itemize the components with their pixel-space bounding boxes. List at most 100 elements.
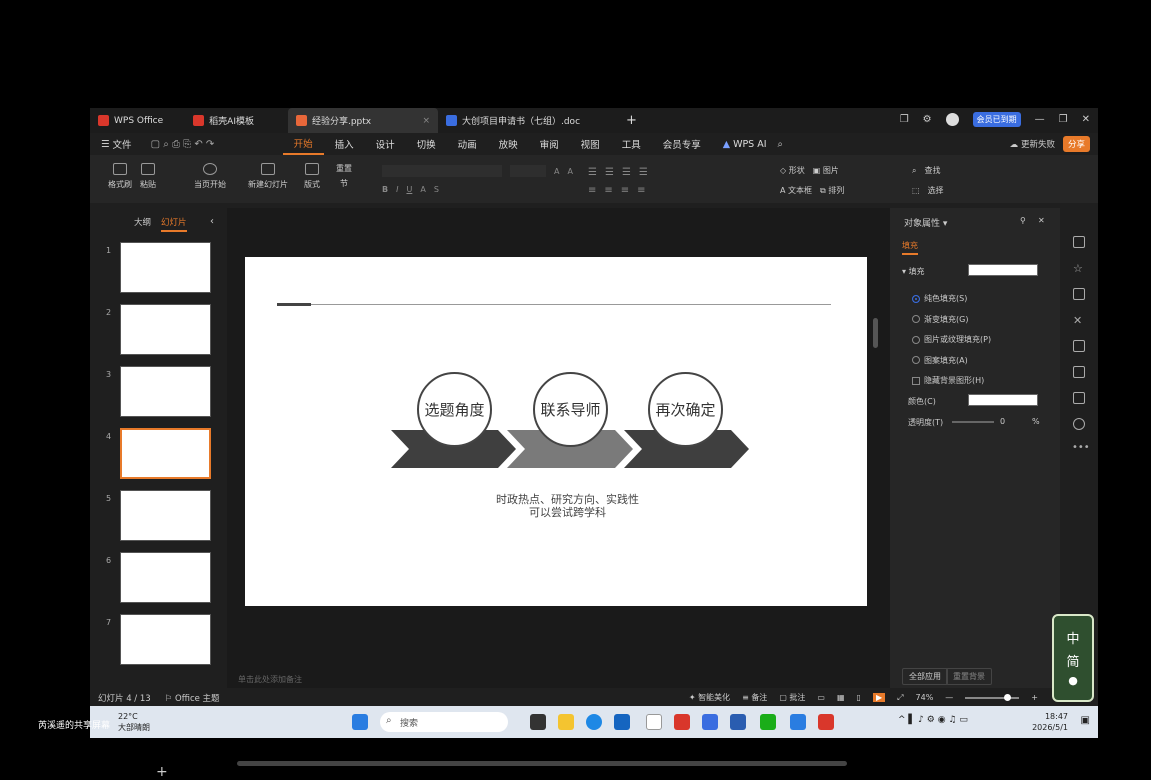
number-list-icon[interactable]: ☰: [605, 167, 614, 178]
wps-taskbar-icon[interactable]: [818, 714, 834, 730]
window-icon[interactable]: ❐: [900, 114, 909, 125]
shape-button[interactable]: ◇ 形状: [780, 165, 805, 176]
taskbar-search[interactable]: ⌕ 搜索: [380, 712, 508, 732]
tab-outline[interactable]: 大纲: [134, 216, 151, 232]
align-center-icon[interactable]: ≡: [604, 185, 612, 196]
copy-icon[interactable]: [1073, 288, 1085, 300]
arrange-button[interactable]: ⧉ 排列: [820, 185, 844, 196]
wechat-icon[interactable]: [760, 714, 776, 730]
teams-icon[interactable]: [730, 714, 746, 730]
image-icon[interactable]: [1073, 366, 1085, 378]
transparency-value[interactable]: 0: [1000, 417, 1005, 426]
fill-option[interactable]: 图片或纹理填充(P): [912, 334, 991, 345]
new-tab-icon[interactable]: +: [626, 113, 637, 128]
shape-icon[interactable]: [1073, 340, 1085, 352]
play-slideshow-icon[interactable]: ▶: [872, 693, 886, 702]
font-family-input[interactable]: [382, 165, 502, 177]
menu-review[interactable]: 审阅: [529, 133, 570, 155]
fill-option[interactable]: 纯色填充(S): [912, 293, 967, 304]
store-icon[interactable]: [614, 714, 630, 730]
transparency-slider[interactable]: [952, 421, 994, 423]
circle-confirm-again[interactable]: 再次确定: [648, 372, 723, 447]
menu-view[interactable]: 视图: [570, 133, 611, 155]
normal-view-icon[interactable]: ▭: [817, 693, 825, 702]
slide-thumbnail[interactable]: [120, 304, 211, 355]
circle-contact-advisor[interactable]: 联系导师: [533, 372, 608, 447]
tools-icon[interactable]: ✕: [1073, 314, 1085, 327]
edge-icon[interactable]: [586, 714, 602, 730]
notes-button[interactable]: ≡ 备注: [742, 692, 767, 703]
slide-thumbnail[interactable]: [120, 614, 211, 665]
align-controls[interactable]: ≡ ≡ ≡ ≡: [588, 185, 646, 196]
zoom-slider[interactable]: [965, 693, 1020, 701]
paste-button[interactable]: 粘贴: [140, 163, 156, 190]
app-blue-icon[interactable]: [702, 714, 718, 730]
bullet-list-icon[interactable]: ☰: [588, 167, 597, 178]
vip-badge[interactable]: 会员已到期: [972, 112, 1021, 127]
help-icon[interactable]: [1073, 418, 1085, 430]
slide-caption[interactable]: 时政热点、研究方向、实践性 可以尝试跨学科: [445, 493, 690, 519]
avatar[interactable]: [945, 113, 959, 126]
strikethrough-icon[interactable]: S: [434, 185, 439, 194]
font-grow-icon[interactable]: A: [554, 167, 559, 176]
textbox-button[interactable]: A 文本框: [780, 185, 812, 196]
slide-thumbnail[interactable]: [120, 428, 211, 479]
restore-icon[interactable]: ❐: [1059, 114, 1068, 125]
indent-icon[interactable]: ☰: [622, 167, 631, 178]
collapse-panel-icon[interactable]: ‹: [210, 216, 214, 227]
weather-widget[interactable]: 22°C 大部晴朗: [118, 711, 150, 733]
tab-docer-ai[interactable]: 稻壳AI模板: [185, 108, 262, 133]
add-slide-button[interactable]: +: [156, 764, 168, 780]
tab-pptx[interactable]: 经验分享.pptx ×: [287, 108, 438, 133]
file-explorer-icon[interactable]: [558, 714, 574, 730]
paragraph-controls[interactable]: ☰ ☰ ☰ ☰: [588, 167, 648, 178]
reset-button[interactable]: 重置 节: [336, 163, 352, 189]
slide-thumbnail[interactable]: [120, 490, 211, 541]
tab-doc[interactable]: 大创项目申请书（七组）.doc: [438, 108, 588, 133]
align-right-icon[interactable]: ≡: [621, 185, 629, 196]
notes-placeholder[interactable]: 单击此处添加备注: [238, 674, 302, 685]
update-status[interactable]: ☁ 更新失败: [1010, 138, 1055, 150]
close-panel-icon[interactable]: ✕: [1038, 216, 1045, 225]
current-slide[interactable]: 选题角度 联系导师 再次确定 时政热点、研究方向、实践性 可以尝试跨学科: [245, 257, 867, 606]
properties-icon[interactable]: [1073, 236, 1085, 248]
quick-access-icons[interactable]: ▢ ⌕ ⎙ ⎘ ↶ ↷: [143, 139, 283, 150]
settings-icon[interactable]: ⚙: [923, 114, 932, 125]
picture-button[interactable]: ▣ 图片: [813, 165, 839, 176]
app-photo-icon[interactable]: [790, 714, 806, 730]
menu-insert[interactable]: 插入: [324, 133, 365, 155]
font-color-icon[interactable]: A: [420, 185, 425, 194]
reset-background-button[interactable]: 重置背景: [946, 668, 992, 685]
play-from-current-button[interactable]: 当页开始: [194, 163, 226, 190]
bold-icon[interactable]: B: [382, 185, 388, 194]
app-red-icon[interactable]: [674, 714, 690, 730]
slide-thumbnail[interactable]: [120, 242, 211, 293]
task-view-icon[interactable]: [530, 714, 546, 730]
close-tab-icon[interactable]: ×: [422, 116, 430, 126]
reading-view-icon[interactable]: ▯: [857, 693, 861, 702]
format-painter-button[interactable]: 格式刷: [108, 163, 132, 190]
menu-transition[interactable]: 切换: [406, 133, 447, 155]
clock[interactable]: 18:47 2026/5/1: [1032, 711, 1068, 733]
font-size-input[interactable]: [510, 165, 546, 177]
app-icon[interactable]: [646, 714, 662, 730]
fill-option[interactable]: 图案填充(A): [912, 355, 968, 366]
hide-bg-checkbox[interactable]: 隐藏背景图形(H): [912, 375, 984, 386]
zoom-out-icon[interactable]: —: [945, 693, 953, 702]
fill-color-dropdown[interactable]: [968, 264, 1038, 276]
sorter-view-icon[interactable]: ▦: [837, 693, 845, 702]
fill-option[interactable]: 渐变填充(G): [912, 314, 968, 325]
underline-icon[interactable]: U: [406, 185, 412, 194]
menu-slideshow[interactable]: 放映: [488, 133, 529, 155]
outdent-icon[interactable]: ☰: [639, 167, 648, 178]
search-icon[interactable]: ⌕: [778, 139, 783, 150]
zoom-knob[interactable]: [1004, 693, 1012, 701]
tray-icons[interactable]: ^ ▌ ♪ ⚙ ◉ ♫ ▭: [898, 715, 968, 725]
align-left-icon[interactable]: ≡: [588, 185, 596, 196]
pin-icon[interactable]: ⚲: [1020, 216, 1026, 225]
justify-icon[interactable]: ≡: [637, 185, 645, 196]
start-icon[interactable]: [352, 714, 368, 730]
tab-fill[interactable]: 填充: [902, 240, 918, 255]
tab-wps-office[interactable]: WPS Office: [90, 108, 171, 133]
smart-beautify-button[interactable]: ✦ 智能美化: [689, 692, 730, 703]
